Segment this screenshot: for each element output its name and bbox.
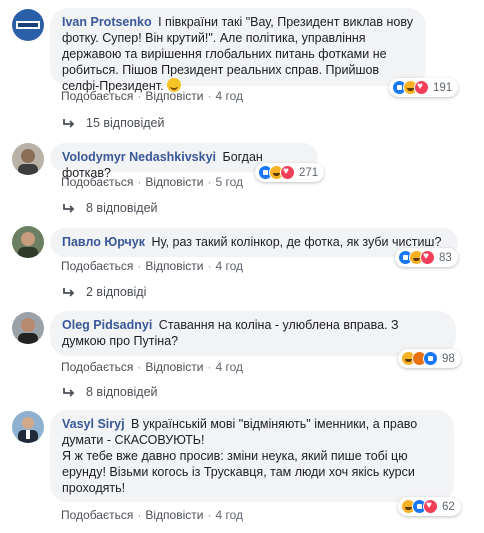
timestamp[interactable]: 4 год [215, 508, 243, 522]
view-replies-link[interactable]: 8 відповідей [62, 385, 158, 399]
love-icon [414, 80, 429, 95]
timestamp[interactable]: 4 год [215, 89, 243, 103]
reaction-count: 83 [439, 251, 452, 264]
timestamp[interactable]: 4 год [215, 360, 243, 374]
comment-author[interactable]: Volodymyr Nedashkivskyi [62, 150, 216, 164]
comment-bubble: Ivan Protsenko І півкраїни такі "Вау, Пр… [50, 8, 426, 93]
reply-button[interactable]: Відповісти [145, 360, 203, 374]
avatar[interactable] [12, 143, 44, 175]
reaction-summary[interactable]: 191 [389, 78, 459, 97]
comment-actions: Подобається · Відповісти · 4 год [61, 89, 243, 103]
view-replies-link[interactable]: 8 відповідей [62, 201, 158, 215]
like-button[interactable]: Подобається [61, 508, 133, 522]
reply-button[interactable]: Відповісти [145, 89, 203, 103]
reply-arrow-icon [63, 388, 75, 397]
view-replies-link[interactable]: 2 відповіді [62, 285, 146, 299]
reaction-summary[interactable]: 98 [398, 349, 461, 368]
avatar[interactable] [12, 312, 44, 344]
comment-text-line-2: Я ж тебе вже давно просив: зміни неука, … [62, 449, 415, 495]
like-button[interactable]: Подобається [61, 89, 133, 103]
reaction-count: 271 [299, 166, 319, 179]
avatar[interactable] [12, 411, 44, 443]
timestamp[interactable]: 4 год [215, 259, 243, 273]
reaction-count: 191 [433, 81, 453, 94]
reply-arrow-icon [63, 204, 75, 213]
like-button[interactable]: Подобається [61, 175, 133, 189]
reaction-summary[interactable]: 271 [255, 163, 325, 182]
comment-author[interactable]: Ivan Protsenko [62, 15, 152, 29]
reply-arrow-icon [63, 119, 75, 128]
like-button[interactable]: Подобається [61, 259, 133, 273]
reply-button[interactable]: Відповісти [145, 508, 203, 522]
love-icon [423, 499, 438, 514]
comment-text: Ну, раз такий колінкор, де фотка, як зуб… [151, 235, 442, 249]
comment-author[interactable]: Oleg Pidsadnyi [62, 318, 152, 332]
comment-actions: Подобається · Відповісти · 4 год [61, 259, 243, 273]
like-icon [423, 351, 438, 366]
comment-actions: Подобається · Відповісти · 4 год [61, 360, 243, 374]
timestamp[interactable]: 5 год [215, 175, 243, 189]
reaction-summary[interactable]: 83 [395, 248, 458, 267]
love-icon [420, 250, 435, 265]
comment-actions: Подобається · Відповісти · 5 год [61, 175, 243, 189]
reply-button[interactable]: Відповісти [145, 175, 203, 189]
comment-bubble: Vasyl Siryj В українській мові "відміняю… [50, 410, 454, 502]
avatar[interactable] [12, 226, 44, 258]
view-replies-link[interactable]: 15 відповідей [62, 116, 164, 130]
replies-count-label[interactable]: 8 відповідей [86, 385, 158, 399]
replies-count-label[interactable]: 2 відповіді [86, 285, 146, 299]
comment-author[interactable]: Павло Юрчук [62, 235, 145, 249]
reaction-count: 98 [442, 352, 455, 365]
comment-bubble: Oleg Pidsadnyi Ставання на коліна - улюб… [50, 311, 456, 356]
reaction-summary[interactable]: 62 [398, 497, 461, 516]
reply-button[interactable]: Відповісти [145, 259, 203, 273]
reply-arrow-icon [63, 288, 75, 297]
comment-actions: Подобається · Відповісти · 4 год [61, 508, 243, 522]
avatar[interactable] [12, 9, 44, 41]
love-icon [280, 165, 295, 180]
reaction-count: 62 [442, 500, 455, 513]
like-button[interactable]: Подобається [61, 360, 133, 374]
replies-count-label[interactable]: 8 відповідей [86, 201, 158, 215]
comment-author[interactable]: Vasyl Siryj [62, 417, 125, 431]
replies-count-label[interactable]: 15 відповідей [86, 116, 164, 130]
